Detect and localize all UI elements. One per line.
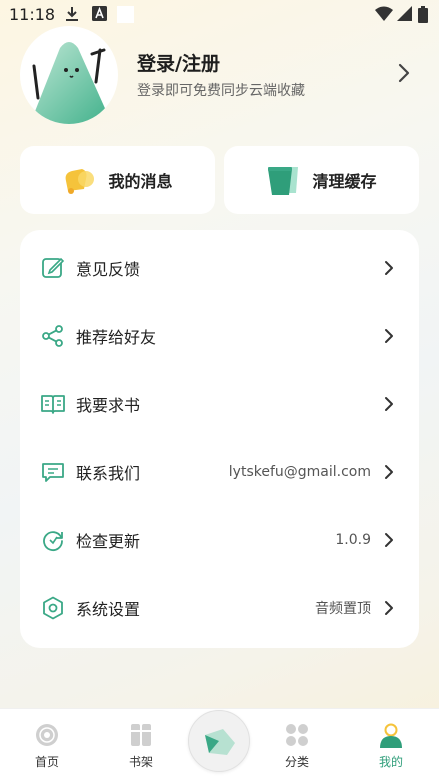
disc-home-icon <box>36 724 58 746</box>
nav-label: 首页 <box>34 755 59 769</box>
bookshelf-icon <box>131 724 151 746</box>
now-playing-disc-icon <box>205 729 235 755</box>
avatar[interactable] <box>20 26 118 124</box>
edit-feedback-icon <box>42 257 65 278</box>
menu-item-feedback[interactable]: 意见反馈 <box>20 234 419 302</box>
menu-item-label: 检查更新 <box>76 532 141 551</box>
mascot-avatar-icon <box>30 42 112 124</box>
share-icon <box>42 325 63 347</box>
menu-item-label: 联系我们 <box>76 464 141 483</box>
menu-item-request-book[interactable]: 我要求书 <box>20 370 419 438</box>
clear-cache-button[interactable]: 清理缓存 <box>224 146 419 214</box>
menu-item-label: 推荐给好友 <box>76 328 157 347</box>
nav-tab-bookshelf[interactable]: 书架 <box>106 709 176 780</box>
person-icon <box>380 723 402 748</box>
my-messages-label: 我的消息 <box>108 172 173 191</box>
menu-item-contact-us[interactable]: 联系我们 lytskefu@gmail.com <box>20 438 419 506</box>
now-playing-disc-button[interactable] <box>188 710 250 772</box>
app-version: 1.0.9 <box>335 532 371 548</box>
signal-icon <box>397 6 412 21</box>
menu-item-recommend[interactable]: 推荐给好友 <box>20 302 419 370</box>
menu-item-label: 意见反馈 <box>76 260 141 279</box>
chevron-right-icon <box>385 397 393 411</box>
menu-item-check-update[interactable]: 检查更新 1.0.9 <box>20 506 419 574</box>
chevron-right-icon <box>385 533 393 547</box>
bell-icon <box>66 169 95 194</box>
chevron-right-icon <box>385 601 393 615</box>
nav-label: 书架 <box>128 755 153 769</box>
refresh-icon <box>43 531 63 551</box>
book-open-icon <box>41 395 65 414</box>
wifi-icon <box>375 6 393 21</box>
message-icon <box>42 463 64 482</box>
system-setting-value: 音频置顶 <box>315 601 371 617</box>
grid-category-icon <box>286 724 308 746</box>
white-square-icon <box>117 6 134 23</box>
nav-label: 分类 <box>284 755 309 769</box>
nav-tab-home[interactable]: 首页 <box>12 709 82 780</box>
settings-hex-icon <box>43 596 63 620</box>
contact-email: lytskefu@gmail.com <box>228 464 371 480</box>
status-time: 11:18 <box>9 5 56 24</box>
nav-tab-mine[interactable]: 我的 <box>356 709 426 780</box>
chevron-right-icon <box>385 465 393 479</box>
menu-item-label: 我要求书 <box>76 396 141 415</box>
my-messages-button[interactable]: 我的消息 <box>20 146 215 214</box>
login-subtitle: 登录即可免费同步云端收藏 <box>137 83 305 99</box>
settings-menu-card: 意见反馈 推荐给好友 我要求书 联系我们 lytskefu@gmail.com … <box>20 230 419 648</box>
trash-icon <box>268 167 299 195</box>
chevron-right-icon <box>385 261 393 275</box>
login-title[interactable]: 登录/注册 <box>137 49 220 76</box>
chevron-right-icon <box>385 329 393 343</box>
nav-tab-category[interactable]: 分类 <box>262 709 332 780</box>
menu-item-system-settings[interactable]: 系统设置 音频置顶 <box>20 574 419 642</box>
chevron-right-icon[interactable] <box>398 63 410 83</box>
clear-cache-label: 清理缓存 <box>312 172 377 191</box>
download-icon <box>66 7 78 21</box>
battery-icon <box>418 6 428 23</box>
nav-label: 我的 <box>378 755 403 769</box>
a-badge-icon <box>92 6 107 21</box>
menu-item-label: 系统设置 <box>76 600 141 619</box>
